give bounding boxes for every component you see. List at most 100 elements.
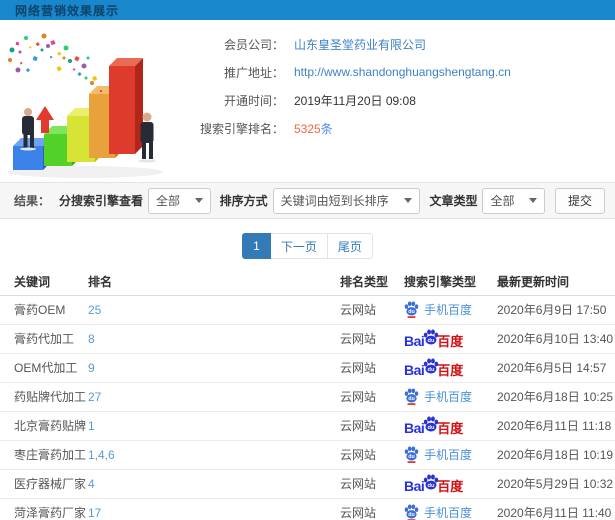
rank-cell[interactable]: 8 — [88, 324, 340, 354]
keyword-cell: 医疗器械厂家 — [0, 469, 88, 499]
baidu-logo-bai: Bai — [404, 478, 425, 495]
table-row: 膏药代加工 8 云网站 Bai du 百度 2020年6月10日 13:40 — [0, 324, 615, 354]
column-header: 排名 — [88, 269, 340, 296]
chevron-down-icon — [528, 198, 537, 203]
engine-type-cell: Bai du 百度 — [404, 469, 497, 499]
keyword-cell: 膏药代加工 — [0, 324, 88, 354]
chevron-down-icon — [194, 198, 203, 203]
member-profile-section: 会员公司： 山东皇圣堂药业有限公司 推广地址： http://www.shandong… — [0, 20, 615, 182]
engine-filter-value: 全部 — [156, 194, 181, 208]
keyword-cell: 膏药OEM — [0, 295, 88, 325]
page-1-button[interactable]: 1 — [242, 233, 271, 259]
mobile-baidu-label: 手机百度 — [424, 390, 473, 404]
keyword-cell: 枣庄膏药加工 — [0, 440, 88, 470]
engine-type-cell: du 手机百度 — [404, 440, 497, 470]
table-row: 枣庄膏药加工 1,4,6 云网站 du 手机百度 2020年6月18日 10:19 — [0, 440, 615, 470]
rank-type-cell: 云网站 — [340, 469, 404, 499]
engine-type-cell: du 手机百度 — [404, 382, 497, 412]
svg-text:du: du — [428, 425, 435, 431]
field-value[interactable]: 山东皇圣堂药业有限公司 — [294, 36, 426, 53]
next-page-button[interactable]: 下一页 — [270, 233, 328, 259]
field-value: 5325条 — [294, 120, 333, 137]
keyword-cell: 北京膏药贴牌 — [0, 411, 88, 441]
article-type-value: 全部 — [490, 194, 515, 208]
engine-filter-select[interactable]: 全部 — [148, 187, 211, 214]
member-info-list: 会员公司： 山东皇圣堂药业有限公司 推广地址： http://www.shandong… — [192, 28, 615, 182]
filter-bar: 结果： 分搜索引擎查看 全部 排序方式 关键词由短到长排序 文章类型 全部 提交 — [0, 182, 615, 219]
engine-type-cell: Bai du 百度 — [404, 324, 497, 354]
mobile-baidu-badge: du 手机百度 — [404, 301, 472, 318]
rank-cell[interactable]: 25 — [88, 295, 340, 325]
baidu-logo: Bai du 百度 — [404, 416, 463, 435]
chevron-down-icon — [404, 198, 413, 203]
confetti — [8, 33, 102, 92]
keyword-cell: 菏泽膏药厂家 — [0, 498, 88, 520]
svg-text:du: du — [408, 396, 415, 402]
mobile-baidu-label: 手机百度 — [424, 448, 473, 462]
baidu-logo-bai: Bai — [404, 333, 425, 350]
updated-time-cell: 2020年6月11日 11:40 — [497, 498, 615, 520]
engine-type-cell: Bai du 百度 — [404, 353, 497, 383]
baidu-logo-bai: Bai — [404, 420, 425, 437]
ranking-count-unit: 条 — [320, 121, 333, 136]
table-header-row: 关键词 排名 排名类型 搜索引擎类型 最新更新时间 — [0, 269, 615, 296]
baidu-logo-cn: 百度 — [437, 334, 464, 350]
table-row: 药贴牌代加工 27 云网站 du 手机百度 2020年6月18日 10:25 — [0, 382, 615, 412]
rank-cell[interactable]: 9 — [88, 353, 340, 383]
rank-type-cell: 云网站 — [340, 324, 404, 354]
bar-chart-illustration — [0, 28, 192, 180]
sort-filter-label: 排序方式 — [219, 194, 268, 208]
rank-cell[interactable]: 1,4,6 — [88, 440, 340, 470]
baidu-logo-cn: 百度 — [437, 363, 464, 379]
keyword-cell: 药贴牌代加工 — [0, 382, 88, 412]
engine-type-cell: Bai du 百度 — [404, 411, 497, 441]
field-label: 搜索引擎排名： — [199, 121, 284, 136]
updated-time-cell: 2020年6月18日 10:19 — [497, 440, 615, 470]
updated-time-cell: 2020年6月5日 14:57 — [497, 353, 615, 383]
svg-text:du: du — [408, 512, 415, 518]
mobile-baidu-badge: du 手机百度 — [404, 388, 472, 405]
engine-type-cell: du 手机百度 — [404, 498, 497, 520]
rank-type-cell: 云网站 — [340, 382, 404, 412]
engine-type-cell: du 手机百度 — [404, 295, 497, 325]
table-row: 菏泽膏药厂家 17 云网站 du 手机百度 2020年6月11日 11:40 — [0, 498, 615, 520]
field-value[interactable]: http://www.shandonghuangshengtang.cn — [294, 65, 511, 79]
column-header: 关键词 — [0, 269, 88, 296]
rank-type-cell: 云网站 — [340, 295, 404, 325]
sort-filter-select[interactable]: 关键词由短到长排序 — [272, 187, 421, 214]
column-header: 最新更新时间 — [497, 269, 615, 296]
table-row: 北京膏药贴牌 1 云网站 Bai du 百度 2020年6月11日 11:18 — [0, 411, 615, 441]
column-header: 排名类型 — [340, 269, 404, 296]
updated-time-cell: 2020年6月18日 10:25 — [497, 382, 615, 412]
updated-time-cell: 2020年5月29日 10:32 — [497, 469, 615, 499]
article-type-label: 文章类型 — [429, 194, 478, 208]
sort-filter-value: 关键词由短到长排序 — [280, 194, 389, 208]
svg-text:du: du — [408, 454, 415, 460]
updated-time-cell: 2020年6月11日 11:18 — [497, 411, 615, 441]
article-type-select[interactable]: 全部 — [482, 187, 545, 214]
page-header: 网络营销效果展示 — [0, 0, 615, 20]
submit-button[interactable]: 提交 — [554, 187, 605, 214]
member-field-row: 开通时间： 2019年11月20日 09:08 — [192, 86, 615, 114]
column-header: 搜索引擎类型 — [404, 269, 497, 296]
pagination: 1 下一页 尾页 — [0, 233, 615, 259]
member-field-row: 搜索引擎排名： 5325条 — [192, 114, 615, 142]
field-label: 开通时间： — [223, 93, 284, 108]
bar-red — [109, 58, 143, 154]
member-field-row: 推广地址： http://www.shandonghuangshengtang.c… — [192, 58, 615, 86]
mobile-baidu-label: 手机百度 — [424, 303, 473, 317]
rank-type-cell: 云网站 — [340, 440, 404, 470]
last-page-button[interactable]: 尾页 — [327, 233, 373, 259]
rank-type-cell: 云网站 — [340, 353, 404, 383]
rank-cell[interactable]: 4 — [88, 469, 340, 499]
rank-cell[interactable]: 1 — [88, 411, 340, 441]
rank-cell[interactable]: 27 — [88, 382, 340, 412]
rank-cell[interactable]: 17 — [88, 498, 340, 520]
mobile-baidu-icon: du — [404, 388, 419, 405]
rankings-table: 关键词 排名 排名类型 搜索引擎类型 最新更新时间 膏药OEM 25 云网站 du 手机百度 20… — [0, 269, 615, 520]
svg-text:du: du — [428, 483, 435, 489]
table-row: 医疗器械厂家 4 云网站 Bai du 百度 2020年5月29日 10:32 — [0, 469, 615, 499]
engine-filter-label: 分搜索引擎查看 — [59, 194, 144, 208]
table-row: OEM代加工 9 云网站 Bai du 百度 2020年6月5日 14:57 — [0, 353, 615, 383]
field-value: 2019年11月20日 09:08 — [294, 93, 416, 108]
